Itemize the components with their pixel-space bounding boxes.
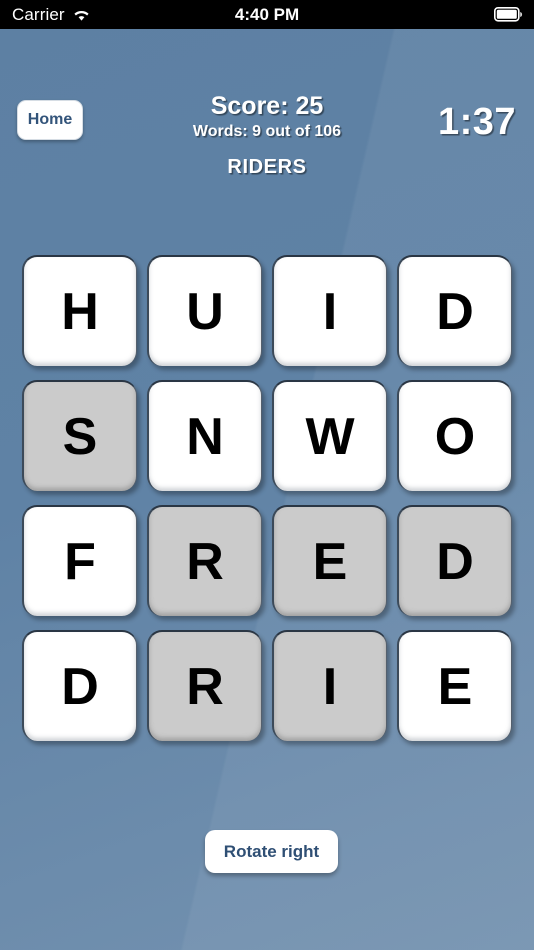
letter-tile[interactable]: R xyxy=(147,630,262,741)
score-block: Score: 25 Words: 9 out of 106 RIDERS xyxy=(117,91,417,181)
current-word-text: RIDERS xyxy=(227,156,307,178)
letter-tile-label: H xyxy=(61,282,99,341)
letter-tile[interactable]: F xyxy=(22,505,137,616)
letter-tile[interactable]: N xyxy=(147,380,262,491)
letter-tile-label: D xyxy=(436,282,474,341)
letter-tile[interactable]: E xyxy=(397,630,512,741)
letter-tile[interactable]: O xyxy=(397,380,512,491)
letter-tile[interactable]: H xyxy=(22,255,137,366)
letter-tile-label: E xyxy=(312,532,348,591)
score-text: Score: 25 xyxy=(210,92,324,120)
letter-tile[interactable]: D xyxy=(22,630,137,741)
letter-tile[interactable]: R xyxy=(147,505,262,616)
letter-tile[interactable]: E xyxy=(272,505,387,616)
words-progress-text: Words: 9 out of 106 xyxy=(192,123,342,140)
letter-tile[interactable]: U xyxy=(147,255,262,366)
letter-tile[interactable]: I xyxy=(272,630,387,741)
letter-tile[interactable]: D xyxy=(397,505,512,616)
home-button-label: Home xyxy=(27,111,73,128)
rotate-right-button[interactable]: Rotate right xyxy=(205,830,338,873)
status-bar: Carrier 4:40 PM xyxy=(0,0,534,29)
letter-tile-label: E xyxy=(437,657,473,716)
letter-tile[interactable]: D xyxy=(397,255,512,366)
home-button[interactable]: Home xyxy=(17,100,83,140)
letter-tile-label: U xyxy=(186,282,224,341)
letter-tile-label: I xyxy=(322,657,338,716)
letter-tile-label: I xyxy=(322,282,338,341)
letter-tile[interactable]: S xyxy=(22,380,137,491)
letter-tile-label: S xyxy=(62,407,98,466)
letter-tile-label: F xyxy=(64,532,96,591)
rotate-right-button-label: Rotate right xyxy=(223,841,320,861)
letter-tile-label: W xyxy=(305,407,355,466)
letter-grid: H U I D S N W O F R E D D R I E xyxy=(22,255,513,741)
letter-tile-label: R xyxy=(186,657,224,716)
letter-tile[interactable]: I xyxy=(272,255,387,366)
status-bar-clock: 4:40 PM xyxy=(234,5,300,24)
battery-icon xyxy=(494,7,523,22)
game-header: Home Score: 25 Words: 9 out of 106 RIDER… xyxy=(0,29,534,229)
letter-tile-label: R xyxy=(186,532,224,591)
letter-tile-label: O xyxy=(434,407,476,466)
letter-tile[interactable]: W xyxy=(272,380,387,491)
letter-tile-label: D xyxy=(61,657,99,716)
countdown-timer: 1:37 xyxy=(437,101,516,143)
letter-tile-label: N xyxy=(186,407,224,466)
letter-tile-label: D xyxy=(436,532,474,591)
